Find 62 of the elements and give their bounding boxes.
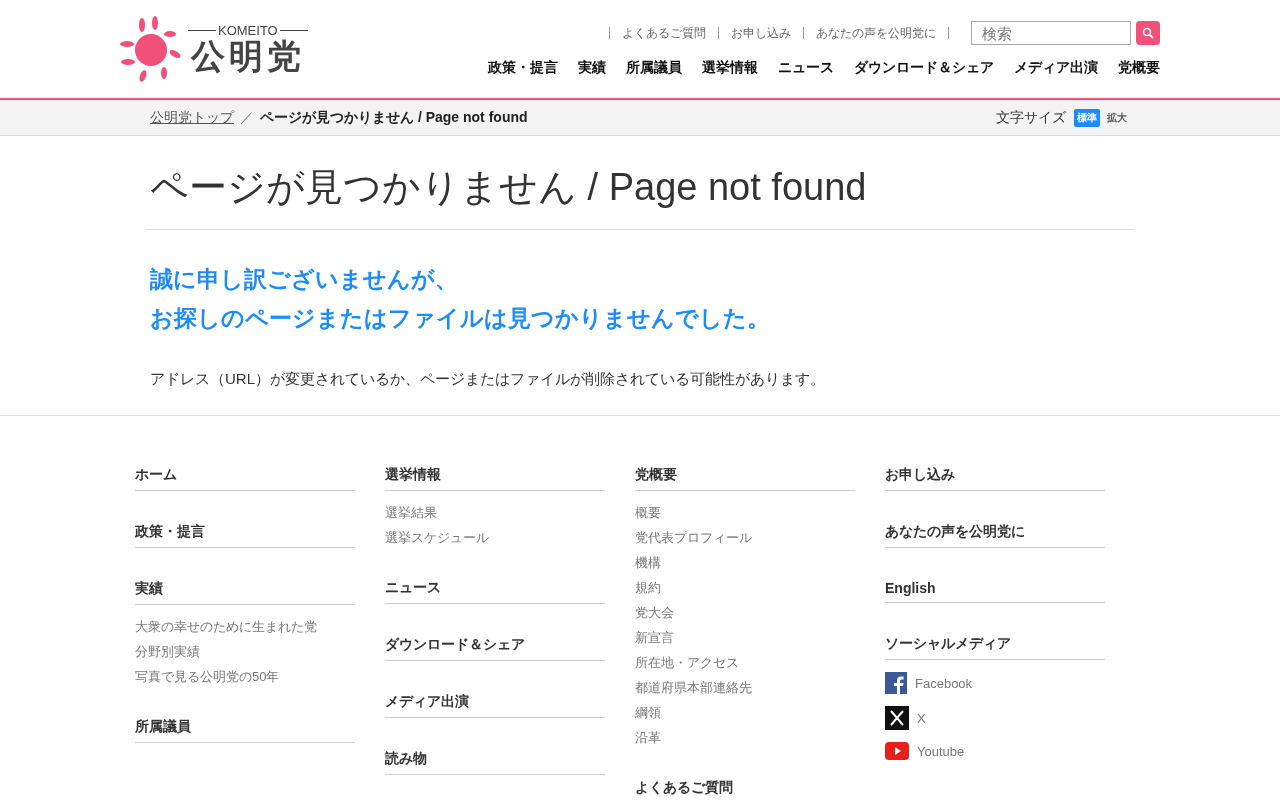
search-field[interactable]: 検索 (971, 21, 1131, 45)
nav-link[interactable]: 選挙情報 (702, 59, 758, 77)
breadcrumb-link[interactable]: 公明党トップ (150, 108, 234, 127)
error-message: アドレス（URL）が変更されているか、ページまたはファイルが削除されている可能性があります。 (150, 370, 826, 389)
search-button[interactable] (1136, 21, 1160, 45)
footer-link[interactable]: 党大会 (635, 604, 855, 622)
nav-link[interactable]: 政策・提言 (488, 59, 558, 77)
footer-section-title[interactable]: English (885, 580, 1105, 603)
social-link[interactable]: Youtube (885, 742, 1105, 760)
sun-logo-icon (120, 16, 182, 82)
nav-link[interactable]: ニュース (778, 59, 834, 77)
apology-heading: 誠に申し訳ございませんが、 (150, 265, 459, 294)
footer-section-title[interactable]: ニュース (385, 579, 605, 604)
footer-link[interactable]: 所在地・アクセス (635, 654, 855, 672)
font-size-option[interactable]: 拡大 (1104, 108, 1130, 127)
footer-link[interactable]: 大衆の幸せのために生まれた党 (135, 618, 355, 636)
youtube-icon (885, 742, 909, 760)
footer-link[interactable]: 写真で見る公明党の50年 (135, 668, 355, 686)
footer-section-title[interactable]: 読み物 (385, 750, 605, 775)
font-size-label: 文字サイズ (996, 108, 1066, 127)
footer-link[interactable]: 概要 (635, 504, 855, 522)
footer-section-title[interactable]: ホーム (135, 466, 355, 491)
footer-link[interactable]: 沿革 (635, 729, 855, 747)
footer-section-title[interactable]: メディア出演 (385, 693, 605, 718)
social-link[interactable]: X (885, 706, 1105, 730)
footer-section-title[interactable]: 党概要 (635, 466, 855, 491)
nav-link[interactable]: 所属議員 (626, 59, 682, 77)
footer-section-title[interactable]: あなたの声を公明党に (885, 523, 1105, 548)
footer-link[interactable]: 選挙結果 (385, 504, 605, 522)
footer-link[interactable]: 規約 (635, 579, 855, 597)
footer-section-title[interactable]: ソーシャルメディア (885, 635, 1105, 660)
footer-section-title[interactable]: ダウンロード＆シェア (385, 636, 605, 661)
footer-section-title[interactable]: 選挙情報 (385, 466, 605, 491)
nav-link[interactable]: ダウンロード＆シェア (854, 59, 994, 77)
nav-link[interactable]: 実績 (578, 59, 606, 77)
footer-link[interactable]: 党代表プロフィール (635, 529, 855, 547)
nav-link[interactable]: メディア出演 (1014, 59, 1098, 77)
apology-heading: お探しのページまたはファイルは見つかりませんでした。 (150, 304, 771, 333)
utility-link[interactable]: あなたの声を公明党に (803, 27, 948, 39)
utility-link[interactable]: お申し込み (718, 27, 803, 39)
logo-subtitle: KOMEITO (188, 22, 308, 38)
x-icon (885, 706, 909, 730)
footer-section-title[interactable]: 実績 (135, 580, 355, 605)
breadcrumb-separator: ／ (240, 108, 254, 127)
footer-link[interactable]: 分野別実績 (135, 643, 355, 661)
footer-section-title[interactable]: 政策・提言 (135, 523, 355, 548)
search-icon (1142, 27, 1154, 39)
nav-link[interactable]: 党概要 (1118, 59, 1160, 77)
footer-link[interactable]: 新宣言 (635, 629, 855, 647)
footer-section-title[interactable]: よくあるご質問 (635, 779, 855, 800)
page-title: ページが見つかりません / Page not found (145, 162, 1135, 230)
breadcrumb-current: ページが見つかりません / Page not found (260, 108, 528, 127)
utility-link[interactable]: よくあるご質問 (609, 27, 718, 39)
social-link[interactable]: Facebook (885, 672, 1105, 694)
footer-section-title[interactable]: お申し込み (885, 466, 1105, 491)
footer-link[interactable]: 都道府県本部連絡先 (635, 679, 855, 697)
footer-link[interactable]: 機構 (635, 554, 855, 572)
facebook-icon (885, 672, 907, 694)
footer-link[interactable]: 綱領 (635, 704, 855, 722)
footer-link[interactable]: 選挙スケジュール (385, 529, 605, 547)
footer-section-title[interactable]: 所属議員 (135, 718, 355, 743)
logo-name[interactable]: 公明党 (190, 37, 305, 76)
